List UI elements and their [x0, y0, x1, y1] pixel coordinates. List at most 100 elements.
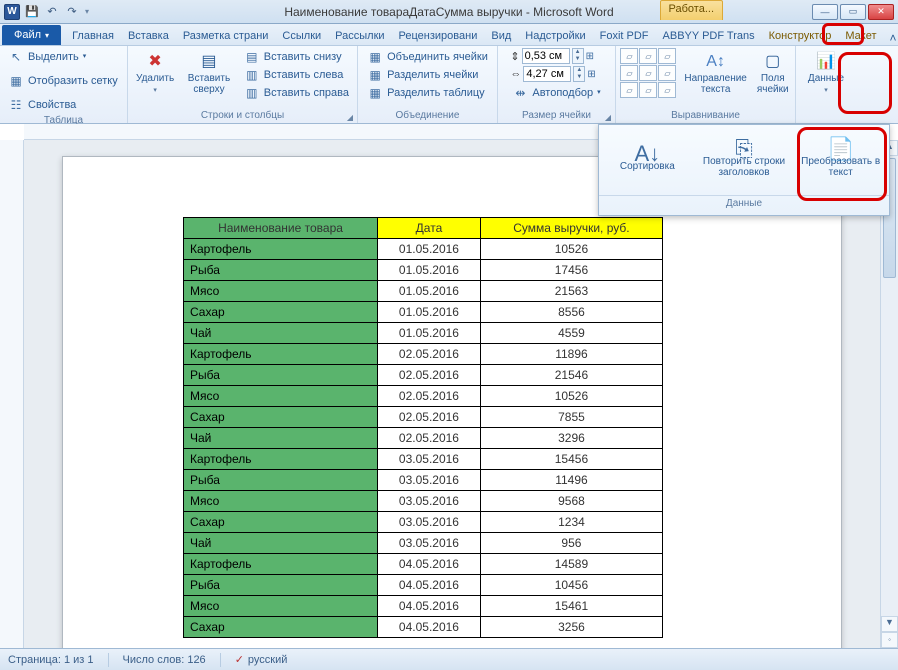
properties-button[interactable]: ☷Свойства: [6, 96, 78, 114]
split-cells-button[interactable]: ▦Разделить ячейки: [365, 66, 490, 84]
cell-name[interactable]: Сахар: [184, 407, 378, 428]
table-row[interactable]: Сахар04.05.20163256: [184, 617, 663, 638]
cell-date[interactable]: 03.05.2016: [378, 533, 481, 554]
cell-date[interactable]: 02.05.2016: [378, 428, 481, 449]
table-row[interactable]: Картофель03.05.201615456: [184, 449, 663, 470]
cell-date[interactable]: 02.05.2016: [378, 407, 481, 428]
cell-name[interactable]: Картофель: [184, 449, 378, 470]
cell-date[interactable]: 04.05.2016: [378, 554, 481, 575]
tab-layout[interactable]: Макет: [838, 27, 883, 45]
tab-abbyy[interactable]: ABBYY PDF Trans: [656, 27, 762, 45]
collapse-ribbon-icon[interactable]: ˄: [884, 31, 898, 45]
cell-sum[interactable]: 17456: [480, 260, 662, 281]
cell-name[interactable]: Рыба: [184, 260, 378, 281]
undo-icon[interactable]: ↶: [44, 4, 60, 20]
align-mr-icon[interactable]: ▱: [658, 65, 676, 81]
word-count[interactable]: Число слов: 126: [123, 654, 206, 666]
cell-date[interactable]: 04.05.2016: [378, 596, 481, 617]
cell-sum[interactable]: 21563: [480, 281, 662, 302]
cell-sum[interactable]: 1234: [480, 512, 662, 533]
redo-icon[interactable]: ↷: [64, 4, 80, 20]
cell-date[interactable]: 03.05.2016: [378, 449, 481, 470]
app-icon[interactable]: W: [4, 4, 20, 20]
cell-sum[interactable]: 11896: [480, 344, 662, 365]
cell-date[interactable]: 03.05.2016: [378, 512, 481, 533]
cell-sum[interactable]: 10456: [480, 575, 662, 596]
tab-review[interactable]: Рецензировани: [392, 27, 485, 45]
tab-foxit[interactable]: Foxit PDF: [593, 27, 656, 45]
tab-pagelayout[interactable]: Разметка страни: [176, 27, 276, 45]
cell-name[interactable]: Картофель: [184, 239, 378, 260]
cell-date[interactable]: 01.05.2016: [378, 260, 481, 281]
cell-name[interactable]: Рыба: [184, 365, 378, 386]
table-row[interactable]: Картофель02.05.201611896: [184, 344, 663, 365]
page-status[interactable]: Страница: 1 из 1: [8, 654, 94, 666]
cell-sum[interactable]: 8556: [480, 302, 662, 323]
cell-date[interactable]: 03.05.2016: [378, 470, 481, 491]
vertical-ruler[interactable]: [0, 140, 24, 648]
tab-addins[interactable]: Надстройки: [518, 27, 592, 45]
cell-sum[interactable]: 14589: [480, 554, 662, 575]
cell-date[interactable]: 02.05.2016: [378, 365, 481, 386]
cell-name[interactable]: Картофель: [184, 554, 378, 575]
table-row[interactable]: Сахар02.05.20167855: [184, 407, 663, 428]
table-row[interactable]: Мясо03.05.20169568: [184, 491, 663, 512]
insert-right-button[interactable]: ▥Вставить справа: [242, 84, 351, 102]
align-tc-icon[interactable]: ▱: [639, 48, 657, 64]
cell-sum[interactable]: 4559: [480, 323, 662, 344]
cell-date[interactable]: 01.05.2016: [378, 281, 481, 302]
cell-sum[interactable]: 9568: [480, 491, 662, 512]
table-row[interactable]: Мясо02.05.201610526: [184, 386, 663, 407]
table-row[interactable]: Чай02.05.20163296: [184, 428, 663, 449]
align-br-icon[interactable]: ▱: [658, 82, 676, 98]
cell-sum[interactable]: 15456: [480, 449, 662, 470]
table-row[interactable]: Картофель04.05.201614589: [184, 554, 663, 575]
cell-name[interactable]: Чай: [184, 428, 378, 449]
insert-below-button[interactable]: ▤Вставить снизу: [242, 48, 351, 66]
table-row[interactable]: Чай03.05.2016956: [184, 533, 663, 554]
cell-sum[interactable]: 3296: [480, 428, 662, 449]
cell-name[interactable]: Сахар: [184, 617, 378, 638]
cell-name[interactable]: Мясо: [184, 596, 378, 617]
align-mc-icon[interactable]: ▱: [639, 65, 657, 81]
align-ml-icon[interactable]: ▱: [620, 65, 638, 81]
qat-dropdown-icon[interactable]: ▾: [84, 7, 90, 16]
cell-date[interactable]: 02.05.2016: [378, 344, 481, 365]
view-gridlines-button[interactable]: ▦Отобразить сетку: [6, 72, 120, 90]
cell-sum[interactable]: 21546: [480, 365, 662, 386]
alignment-grid[interactable]: ▱▱▱ ▱▱▱ ▱▱▱: [620, 48, 676, 98]
merge-cells-button[interactable]: ▦Объединить ячейки: [365, 48, 490, 66]
cell-date[interactable]: 01.05.2016: [378, 302, 481, 323]
browse-object-icon[interactable]: ◦: [881, 632, 898, 648]
tab-references[interactable]: Ссылки: [275, 27, 328, 45]
insert-above-button[interactable]: ▤Вставить сверху: [182, 48, 236, 97]
vertical-scrollbar[interactable]: ▲ ▼ ◦: [880, 140, 898, 648]
cell-date[interactable]: 03.05.2016: [378, 491, 481, 512]
scroll-track[interactable]: [881, 156, 898, 616]
table-row[interactable]: Мясо01.05.201621563: [184, 281, 663, 302]
tab-insert[interactable]: Вставка: [121, 27, 176, 45]
cell-sum[interactable]: 956: [480, 533, 662, 554]
save-icon[interactable]: 💾: [24, 4, 40, 20]
table-row[interactable]: Сахар03.05.20161234: [184, 512, 663, 533]
align-tl-icon[interactable]: ▱: [620, 48, 638, 64]
cell-date[interactable]: 02.05.2016: [378, 386, 481, 407]
spinner[interactable]: ▲▼: [573, 66, 585, 82]
text-direction-button[interactable]: A↕Направление текста: [682, 48, 748, 97]
close-button[interactable]: ✕: [868, 4, 894, 20]
scroll-down-icon[interactable]: ▼: [881, 616, 898, 632]
cell-margins-button[interactable]: ▢Поля ячейки: [755, 48, 791, 97]
row-height-input[interactable]: [522, 48, 570, 64]
dialog-launcher-icon[interactable]: ◢: [605, 113, 611, 122]
convert-to-text-button[interactable]: 📄Преобразовать в текст: [792, 125, 889, 195]
cell-sum[interactable]: 3256: [480, 617, 662, 638]
cell-name[interactable]: Мясо: [184, 491, 378, 512]
cell-date[interactable]: 01.05.2016: [378, 323, 481, 344]
cell-date[interactable]: 04.05.2016: [378, 617, 481, 638]
cell-date[interactable]: 01.05.2016: [378, 239, 481, 260]
split-table-button[interactable]: ▦Разделить таблицу: [365, 84, 490, 102]
col-width-input[interactable]: [523, 66, 571, 82]
maximize-button[interactable]: ▭: [840, 4, 866, 20]
tab-design[interactable]: Конструктор: [762, 27, 839, 45]
cell-sum[interactable]: 7855: [480, 407, 662, 428]
